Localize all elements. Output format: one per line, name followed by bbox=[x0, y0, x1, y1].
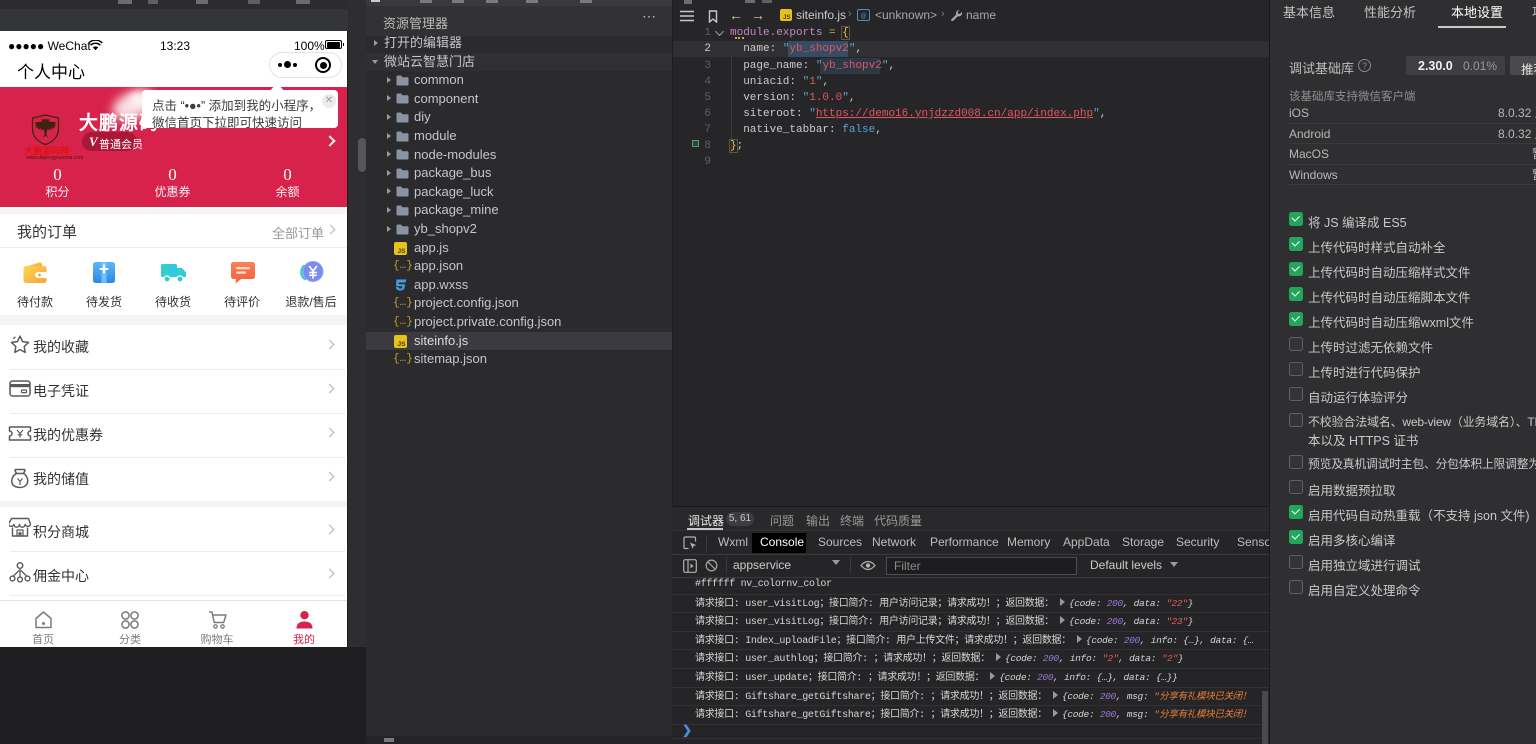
svg-text:JS: JS bbox=[398, 341, 407, 348]
svg-text:JS: JS bbox=[783, 15, 790, 21]
svg-text:@: @ bbox=[861, 13, 866, 21]
svg-text:JS: JS bbox=[398, 248, 407, 255]
